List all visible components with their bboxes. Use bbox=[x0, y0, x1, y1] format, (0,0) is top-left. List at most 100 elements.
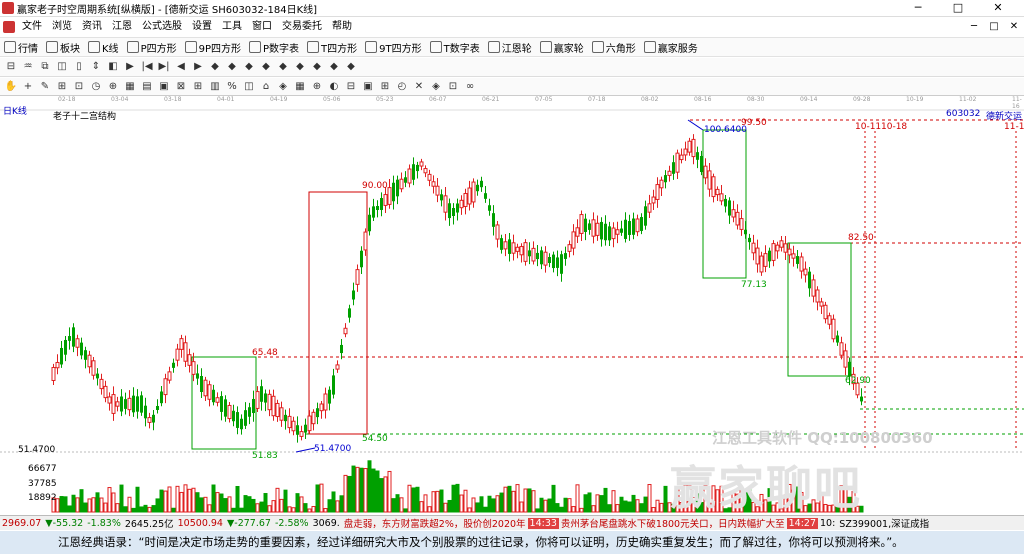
menu-item-2[interactable]: 资讯 bbox=[77, 18, 107, 36]
menu-item-0[interactable]: 文件 bbox=[17, 18, 47, 36]
volume-bar bbox=[155, 498, 160, 513]
toolbar-button-7[interactable]: 9T四方形 bbox=[361, 40, 425, 55]
toolbar3-tool-icon[interactable]: ⊕ bbox=[309, 80, 325, 94]
toolbar2-tool-icon[interactable]: ◆ bbox=[207, 60, 223, 74]
kline-icon bbox=[88, 41, 100, 53]
toolbar2-tool-icon[interactable]: ◀ bbox=[173, 60, 189, 74]
maximize-button[interactable]: □ bbox=[938, 1, 978, 15]
toolbar3-tool-icon[interactable]: ◷ bbox=[88, 80, 104, 94]
candle-body bbox=[584, 218, 587, 232]
toolbar2-tool-icon[interactable]: ▯ bbox=[71, 60, 87, 74]
toolbar3-tool-icon[interactable]: ⊞ bbox=[54, 80, 70, 94]
child-minimize-button[interactable]: ─ bbox=[964, 18, 984, 36]
menu-item-9[interactable]: 帮助 bbox=[327, 18, 357, 36]
toolbar3-tool-icon[interactable]: ⊞ bbox=[190, 80, 206, 94]
candle-body bbox=[236, 412, 239, 428]
toolbar-button-6[interactable]: T四方形 bbox=[303, 40, 361, 55]
toolbar-button-2[interactable]: K线 bbox=[84, 40, 123, 55]
menu-item-5[interactable]: 设置 bbox=[187, 18, 217, 36]
toolbar3-tool-icon[interactable]: ◫ bbox=[241, 80, 257, 94]
volume-bar bbox=[175, 485, 180, 513]
toolbar3-tool-icon[interactable]: ⊡ bbox=[445, 80, 461, 94]
toolbar2-tool-icon[interactable]: ◆ bbox=[292, 60, 308, 74]
menu-item-4[interactable]: 公式选股 bbox=[137, 18, 187, 36]
chart-area[interactable]: 90.00 65.48 54.50 51.83 51.4700 100.6400 99.50… bbox=[0, 104, 1024, 516]
toolbar2-tool-icon[interactable]: ◆ bbox=[241, 60, 257, 74]
toolbar-button-0[interactable]: 行情 bbox=[0, 40, 42, 55]
toolbar2-tool-icon[interactable]: |◀ bbox=[139, 60, 155, 74]
close-button[interactable]: ✕ bbox=[978, 1, 1018, 15]
toolbar3-tool-icon[interactable]: ✎ bbox=[37, 80, 53, 94]
toolbar3-tool-icon[interactable]: ⊠ bbox=[173, 80, 189, 94]
menu-item-8[interactable]: 交易委托 bbox=[277, 18, 327, 36]
volume-bar bbox=[639, 503, 644, 513]
toolbar-button-1[interactable]: 板块 bbox=[42, 40, 84, 55]
toolbar3-tool-icon[interactable]: ∞ bbox=[462, 80, 478, 94]
toolbar2-tool-icon[interactable]: ◆ bbox=[309, 60, 325, 74]
toolbar2-tool-icon[interactable]: ⊟ bbox=[3, 60, 19, 74]
toolbar3-tool-icon[interactable]: ▦ bbox=[122, 80, 138, 94]
toolbar3-tool-icon[interactable]: ⊟ bbox=[343, 80, 359, 94]
menu-item-7[interactable]: 窗口 bbox=[247, 18, 277, 36]
toolbar3-tool-icon[interactable]: + bbox=[20, 80, 36, 94]
candle-body bbox=[279, 407, 284, 421]
toolbar3-tool-icon[interactable]: ⊞ bbox=[377, 80, 393, 94]
toolbar3-tool-icon[interactable]: ◴ bbox=[394, 80, 410, 94]
toolbar2-tool-icon[interactable]: ▶ bbox=[190, 60, 206, 74]
toolbar2-tool-icon[interactable]: ▶ bbox=[122, 60, 138, 74]
toolbar-button-8[interactable]: T数字表 bbox=[426, 40, 484, 55]
volume-bar bbox=[215, 492, 220, 513]
toolbar3-tool-icon[interactable]: ⌂ bbox=[258, 80, 274, 94]
toolbar3-tool-icon[interactable]: ▤ bbox=[139, 80, 155, 94]
toolbar-button-5[interactable]: P数字表 bbox=[245, 40, 303, 55]
volume-bar bbox=[87, 498, 92, 513]
toolbar3-tool-icon[interactable]: ⊡ bbox=[71, 80, 87, 94]
volume-bar bbox=[507, 485, 512, 513]
toolbar2-tool-icon[interactable]: ◆ bbox=[326, 60, 342, 74]
toolbar2-tool-icon[interactable]: ▶| bbox=[156, 60, 172, 74]
toolbar3-tool-icon[interactable]: % bbox=[224, 80, 240, 94]
toolbar2-tool-icon[interactable]: ◆ bbox=[343, 60, 359, 74]
toolbar2-tool-icon[interactable]: ◫ bbox=[54, 60, 70, 74]
volume-bar bbox=[255, 503, 260, 513]
main-toolbar: 行情 板块 K线 P四方形 9P四方形 P数字表 T四方形 9T四方形 T数字表 江恩轮 赢家轮 六角… bbox=[0, 37, 1024, 57]
toolbar3-tool-icon[interactable]: ✕ bbox=[411, 80, 427, 94]
toolbar3-tool-icon[interactable]: ◈ bbox=[428, 80, 444, 94]
toolbar3-tool-icon[interactable]: ▣ bbox=[156, 80, 172, 94]
candle-body bbox=[624, 219, 627, 239]
toolbar-button-12[interactable]: 赢家服务 bbox=[640, 40, 702, 55]
candle-body bbox=[755, 247, 760, 265]
candle-body bbox=[707, 170, 712, 190]
toolbar3-tool-icon[interactable]: ✋ bbox=[3, 80, 19, 94]
toolbar2-tool-icon[interactable]: ⧉ bbox=[37, 60, 53, 74]
toolbar2-tool-icon[interactable]: ⇕ bbox=[88, 60, 104, 74]
toolbar-button-11[interactable]: 六角形 bbox=[588, 40, 640, 55]
toolbar2-tool-icon[interactable]: ♒ bbox=[20, 60, 36, 74]
toolbar3-tool-icon[interactable]: ▥ bbox=[207, 80, 223, 94]
kline-chart[interactable]: 90.0065.4854.5051.8351.4700100.640099.50… bbox=[0, 104, 1024, 516]
toolbar3-tool-icon[interactable]: ▣ bbox=[360, 80, 376, 94]
candle-body bbox=[416, 164, 419, 172]
child-maximize-button[interactable]: □ bbox=[984, 18, 1004, 36]
toolbar3-tool-icon[interactable]: ◈ bbox=[275, 80, 291, 94]
annotation-label: 90.00 bbox=[362, 181, 388, 191]
toolbar-button-10[interactable]: 赢家轮 bbox=[536, 40, 588, 55]
toolbar3-tool-icon[interactable]: ▦ bbox=[292, 80, 308, 94]
annotation-label: 77.13 bbox=[741, 280, 767, 290]
toolbar-button-4[interactable]: 9P四方形 bbox=[181, 40, 245, 55]
toolbar2-tool-icon[interactable]: ◆ bbox=[224, 60, 240, 74]
child-close-button[interactable]: ✕ bbox=[1004, 18, 1024, 36]
toolbar2-tool-icon[interactable]: ◧ bbox=[105, 60, 121, 74]
volume-bar bbox=[399, 497, 404, 513]
candle-body bbox=[644, 206, 647, 226]
toolbar2-tool-icon[interactable]: ◆ bbox=[258, 60, 274, 74]
toolbar2-tool-icon[interactable]: ◆ bbox=[275, 60, 291, 74]
menu-item-3[interactable]: 江恩 bbox=[107, 18, 137, 36]
toolbar-button-9[interactable]: 江恩轮 bbox=[484, 40, 536, 55]
toolbar3-tool-icon[interactable]: ⊕ bbox=[105, 80, 121, 94]
menu-item-1[interactable]: 浏览 bbox=[47, 18, 77, 36]
menu-item-6[interactable]: 工具 bbox=[217, 18, 247, 36]
minimize-button[interactable]: ─ bbox=[898, 1, 938, 15]
toolbar3-tool-icon[interactable]: ◐ bbox=[326, 80, 342, 94]
toolbar-button-3[interactable]: P四方形 bbox=[123, 40, 181, 55]
